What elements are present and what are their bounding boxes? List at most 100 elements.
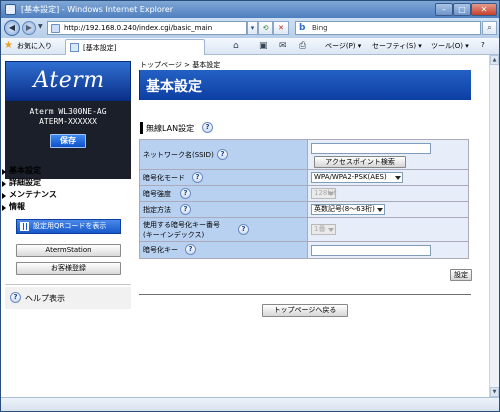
access-point-search-button[interactable]: アクセスポイント検索 xyxy=(314,155,406,168)
breadcrumb: トップページ > 基本設定 xyxy=(140,60,220,70)
encryption-key-value-cell xyxy=(307,241,469,259)
chevron-down-icon xyxy=(395,176,401,180)
url-field[interactable]: http://192.168.0.240/index.cgi/basic_mai… xyxy=(47,21,247,35)
search-input[interactable]: b Bing xyxy=(295,21,481,35)
tools-menu[interactable]: ツール(O) ▾ xyxy=(431,41,469,51)
page-title-bar: 基本設定 xyxy=(139,70,471,100)
safety-menu[interactable]: セーフティ(S) ▾ xyxy=(372,41,422,51)
table-row: 暗号化キー ? xyxy=(139,241,469,259)
title-bar: [基本設定] - Windows Internet Explorer – □ ✕ xyxy=(1,1,499,18)
tab-label: [基本設定] xyxy=(83,44,117,52)
encryption-mode-label: 暗号化モード xyxy=(143,173,185,182)
scroll-down-icon[interactable]: ▼ xyxy=(490,387,499,397)
logo-text: Aterm xyxy=(33,68,105,93)
sidebar: Aterm Aterm WL300NE-AG ATERM-XXXXXX 保存 基… xyxy=(1,55,131,397)
table-row: 暗号強度 ? 128bit xyxy=(139,185,469,202)
specify-method-label-cell: 指定方法 ? xyxy=(139,201,308,218)
back-button[interactable]: ◀ xyxy=(4,20,20,36)
key-index-label: 使用する暗号化キー番号 xyxy=(143,220,220,229)
ssid-value-cell: アクセスポイント検索 xyxy=(307,139,469,170)
breadcrumb-separator: > xyxy=(184,61,190,69)
chevron-down-icon xyxy=(328,192,334,196)
mail-icon[interactable]: ✉ xyxy=(279,40,287,52)
chevron-down-icon xyxy=(328,228,334,232)
address-bar: ◀ ▶ ▼ http://192.168.0.240/index.cgi/bas… xyxy=(1,18,499,38)
maximize-button[interactable]: □ xyxy=(453,3,471,16)
sidebar-item-maintenance[interactable]: メンテナンス xyxy=(1,189,131,201)
breadcrumb-top-page[interactable]: トップページ xyxy=(140,61,182,69)
scroll-up-icon[interactable]: ▲ xyxy=(490,55,499,65)
encryption-mode-select[interactable]: WPA/WPA2-PSK(AES) xyxy=(311,172,403,183)
help-display-link[interactable]: ? ヘルプ表示 xyxy=(5,287,131,309)
recent-pages-dropdown[interactable]: ▼ xyxy=(38,23,43,30)
sidebar-item-info[interactable]: 情報 xyxy=(1,201,131,213)
help-icon[interactable]: ? xyxy=(238,223,249,235)
encryption-key-label: 暗号化キー xyxy=(143,246,178,254)
help-menu-icon[interactable]: ? xyxy=(481,41,485,49)
help-label: ヘルプ表示 xyxy=(25,294,65,303)
help-icon[interactable]: ? xyxy=(192,171,203,183)
side-menu: 基本設定 詳細設定 メンテナンス 情報 xyxy=(1,165,131,213)
table-row: 暗号化モード ? WPA/WPA2-PSK(AES) xyxy=(139,169,469,186)
device-name: ATERM-XXXXXX xyxy=(39,117,97,126)
arrow-bullet-icon xyxy=(2,193,6,199)
section-title: 無線LAN設定 xyxy=(146,124,195,133)
key-index-select: 1番 xyxy=(311,224,336,235)
minimize-button[interactable]: – xyxy=(435,3,453,16)
arrow-bullet-icon xyxy=(2,205,6,211)
ssid-input[interactable] xyxy=(311,142,431,154)
encryption-mode-label-cell: 暗号化モード ? xyxy=(139,169,308,186)
home-icon[interactable]: ⌂ xyxy=(233,40,239,52)
aterm-station-button[interactable]: AtermStation xyxy=(16,244,121,257)
help-icon[interactable]: ? xyxy=(180,203,191,215)
model-name: Aterm WL300NE-AG xyxy=(29,107,107,116)
table-row: 使用する暗号化キー番号 (キーインデックス) ? 1番 xyxy=(139,217,469,242)
table-row: 指定方法 ? 英数記号(8〜63桁) xyxy=(139,201,469,218)
search-icon[interactable]: ⌕ xyxy=(482,21,497,35)
key-index-sublabel: (キーインデックス) xyxy=(143,230,205,239)
customer-registration-button[interactable]: お客様登録 xyxy=(16,262,121,275)
refresh-icon[interactable]: ⟲ xyxy=(258,21,273,35)
encryption-strength-label-cell: 暗号強度 ? xyxy=(139,185,308,202)
url-dropdown-button[interactable]: ▾ xyxy=(247,21,258,35)
encryption-mode-value-cell: WPA/WPA2-PSK(AES) xyxy=(307,169,469,186)
help-icon[interactable]: ? xyxy=(217,148,228,160)
divider-line xyxy=(139,294,471,295)
help-icon[interactable]: ? xyxy=(180,187,191,199)
sidebar-item-advanced-settings[interactable]: 詳細設定 xyxy=(1,177,131,189)
command-bar: ★ お気に入り [基本設定] ⌂ ▣ ✉ ⎙ ページ(P) ▾ セーフティ(S)… xyxy=(1,38,499,55)
vertical-scrollbar[interactable]: ▲ ▼ xyxy=(489,55,499,397)
browser-window: [基本設定] - Windows Internet Explorer – □ ✕… xyxy=(0,0,500,412)
specify-method-label: 指定方法 xyxy=(143,205,171,214)
save-button[interactable]: 保存 xyxy=(50,134,86,148)
close-button[interactable]: ✕ xyxy=(471,3,497,16)
favorites-star-icon[interactable]: ★ xyxy=(4,40,13,52)
tab-basic-settings[interactable]: [基本設定] xyxy=(65,39,205,55)
favorites-button[interactable]: お気に入り xyxy=(17,41,52,51)
show-qr-code-button[interactable]: 設定用QRコードを表示 xyxy=(16,219,121,234)
help-icon[interactable]: ? xyxy=(185,244,196,255)
table-row: ネットワーク名(SSID) ? アクセスポイント検索 xyxy=(139,139,469,170)
sidebar-item-basic-settings[interactable]: 基本設定 xyxy=(1,165,131,177)
breadcrumb-current: 基本設定 xyxy=(192,61,221,69)
section-marker xyxy=(140,122,143,134)
page-title: 基本設定 xyxy=(146,79,202,95)
search-text: Bing xyxy=(312,24,328,32)
forward-button[interactable]: ▶ xyxy=(22,21,36,35)
set-button[interactable]: 設定 xyxy=(450,269,472,281)
feeds-icon[interactable]: ▣ xyxy=(259,40,268,52)
qr-button-label: 設定用QRコードを表示 xyxy=(33,222,107,230)
print-icon[interactable]: ⎙ xyxy=(299,40,306,52)
main-panel: トップページ > 基本設定 基本設定 無線LAN設定 ? ネットワーク名(SSI… xyxy=(137,55,472,397)
wireless-settings-table: ネットワーク名(SSID) ? アクセスポイント検索 暗号化モード ? WPA/… xyxy=(139,139,469,259)
key-index-value-cell: 1番 xyxy=(307,217,469,242)
page-menu[interactable]: ページ(P) ▾ xyxy=(325,41,361,51)
ie-icon xyxy=(5,4,16,15)
encryption-key-input[interactable] xyxy=(311,244,431,256)
aterm-logo: Aterm xyxy=(5,61,131,101)
back-to-top-page-button[interactable]: トップページへ戻る xyxy=(262,304,348,317)
stop-icon[interactable]: ✕ xyxy=(273,21,289,35)
arrow-bullet-icon xyxy=(2,169,6,175)
help-icon[interactable]: ? xyxy=(202,122,213,133)
specify-method-select[interactable]: 英数記号(8〜63桁) xyxy=(311,204,385,215)
